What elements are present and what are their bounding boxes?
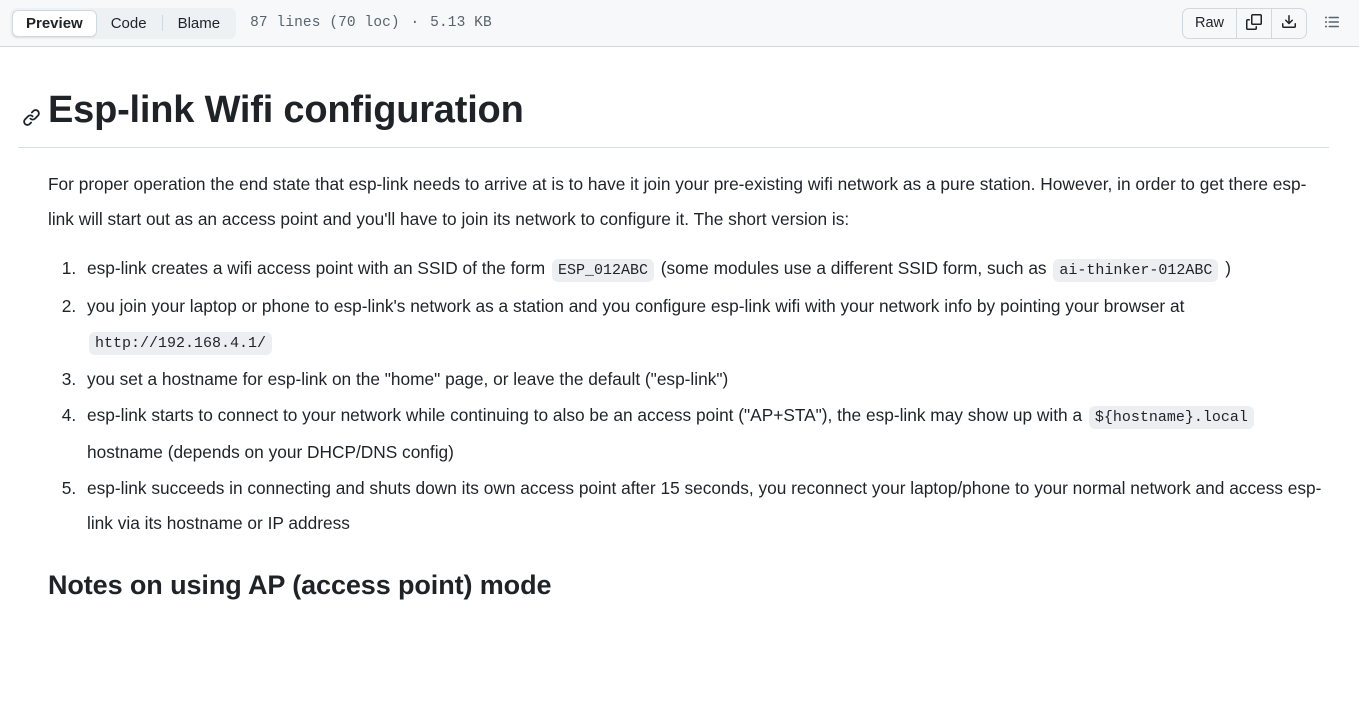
outline-list-icon xyxy=(1324,14,1340,33)
tab-preview[interactable]: Preview xyxy=(12,9,97,37)
outline-list-icon-button[interactable] xyxy=(1317,8,1347,38)
intro-paragraph: For proper operation the end state that … xyxy=(48,173,1307,229)
list-item-text: esp-link creates a wifi access point wit… xyxy=(87,257,550,278)
file-header-toolbar: Preview Code Blame 87 lines (70 loc) · 5… xyxy=(0,0,1359,47)
list-item-text: you set a hostname for esp-link on the "… xyxy=(87,368,729,389)
header-actions: Raw xyxy=(1181,7,1347,39)
inline-code: ${hostname}.local xyxy=(1088,405,1254,429)
file-line-count: 87 lines (70 loc) xyxy=(250,15,400,31)
file-meta-separator: · xyxy=(410,15,420,31)
download-icon xyxy=(1281,14,1297,33)
copy-icon xyxy=(1246,13,1262,33)
link-icon[interactable] xyxy=(20,106,42,128)
tab-divider xyxy=(161,15,163,31)
list-item-text: (some modules use a different SSID form,… xyxy=(655,257,1052,278)
copy-icon-button[interactable] xyxy=(1236,8,1271,38)
steps-ordered-list: esp-link creates a wifi access point wit… xyxy=(18,251,1329,541)
list-item-text: esp-link starts to connect to your netwo… xyxy=(87,404,1087,425)
list-item-text: ) xyxy=(1220,257,1231,278)
inline-code: http://192.168.4.1/ xyxy=(89,331,273,355)
inline-code: ESP_012ABC xyxy=(551,258,654,282)
list-item: you join your laptop or phone to esp-lin… xyxy=(81,289,1329,361)
list-item: you set a hostname for esp-link on the "… xyxy=(81,362,1329,397)
view-mode-segmented-control: Preview Code Blame xyxy=(10,7,237,39)
page-title-text: Esp-link Wifi configuration xyxy=(48,89,524,131)
markdown-document: Esp-link Wifi configuration For proper o… xyxy=(0,87,1359,602)
download-icon-button[interactable] xyxy=(1271,8,1306,38)
list-item: esp-link creates a wifi access point wit… xyxy=(81,251,1329,288)
inline-code: ai-thinker-012ABC xyxy=(1053,258,1219,282)
list-item-text: esp-link succeeds in connecting and shut… xyxy=(87,477,1322,533)
raw-button[interactable]: Raw xyxy=(1183,9,1236,38)
tab-code[interactable]: Code xyxy=(97,10,161,37)
tab-blame[interactable]: Blame xyxy=(164,10,235,37)
section-heading-ap-mode: Notes on using AP (access point) mode xyxy=(48,569,552,600)
file-meta: 87 lines (70 loc) · 5.13 KB xyxy=(250,15,492,31)
file-size: 5.13 KB xyxy=(430,15,492,31)
list-item-text: you join your laptop or phone to esp-lin… xyxy=(87,295,1185,316)
list-item: esp-link succeeds in connecting and shut… xyxy=(81,471,1329,541)
file-action-button-group: Raw xyxy=(1181,7,1307,39)
list-item: esp-link starts to connect to your netwo… xyxy=(81,398,1329,470)
page-title: Esp-link Wifi configuration xyxy=(18,87,1329,148)
list-item-text: hostname (depends on your DHCP/DNS confi… xyxy=(87,441,454,462)
